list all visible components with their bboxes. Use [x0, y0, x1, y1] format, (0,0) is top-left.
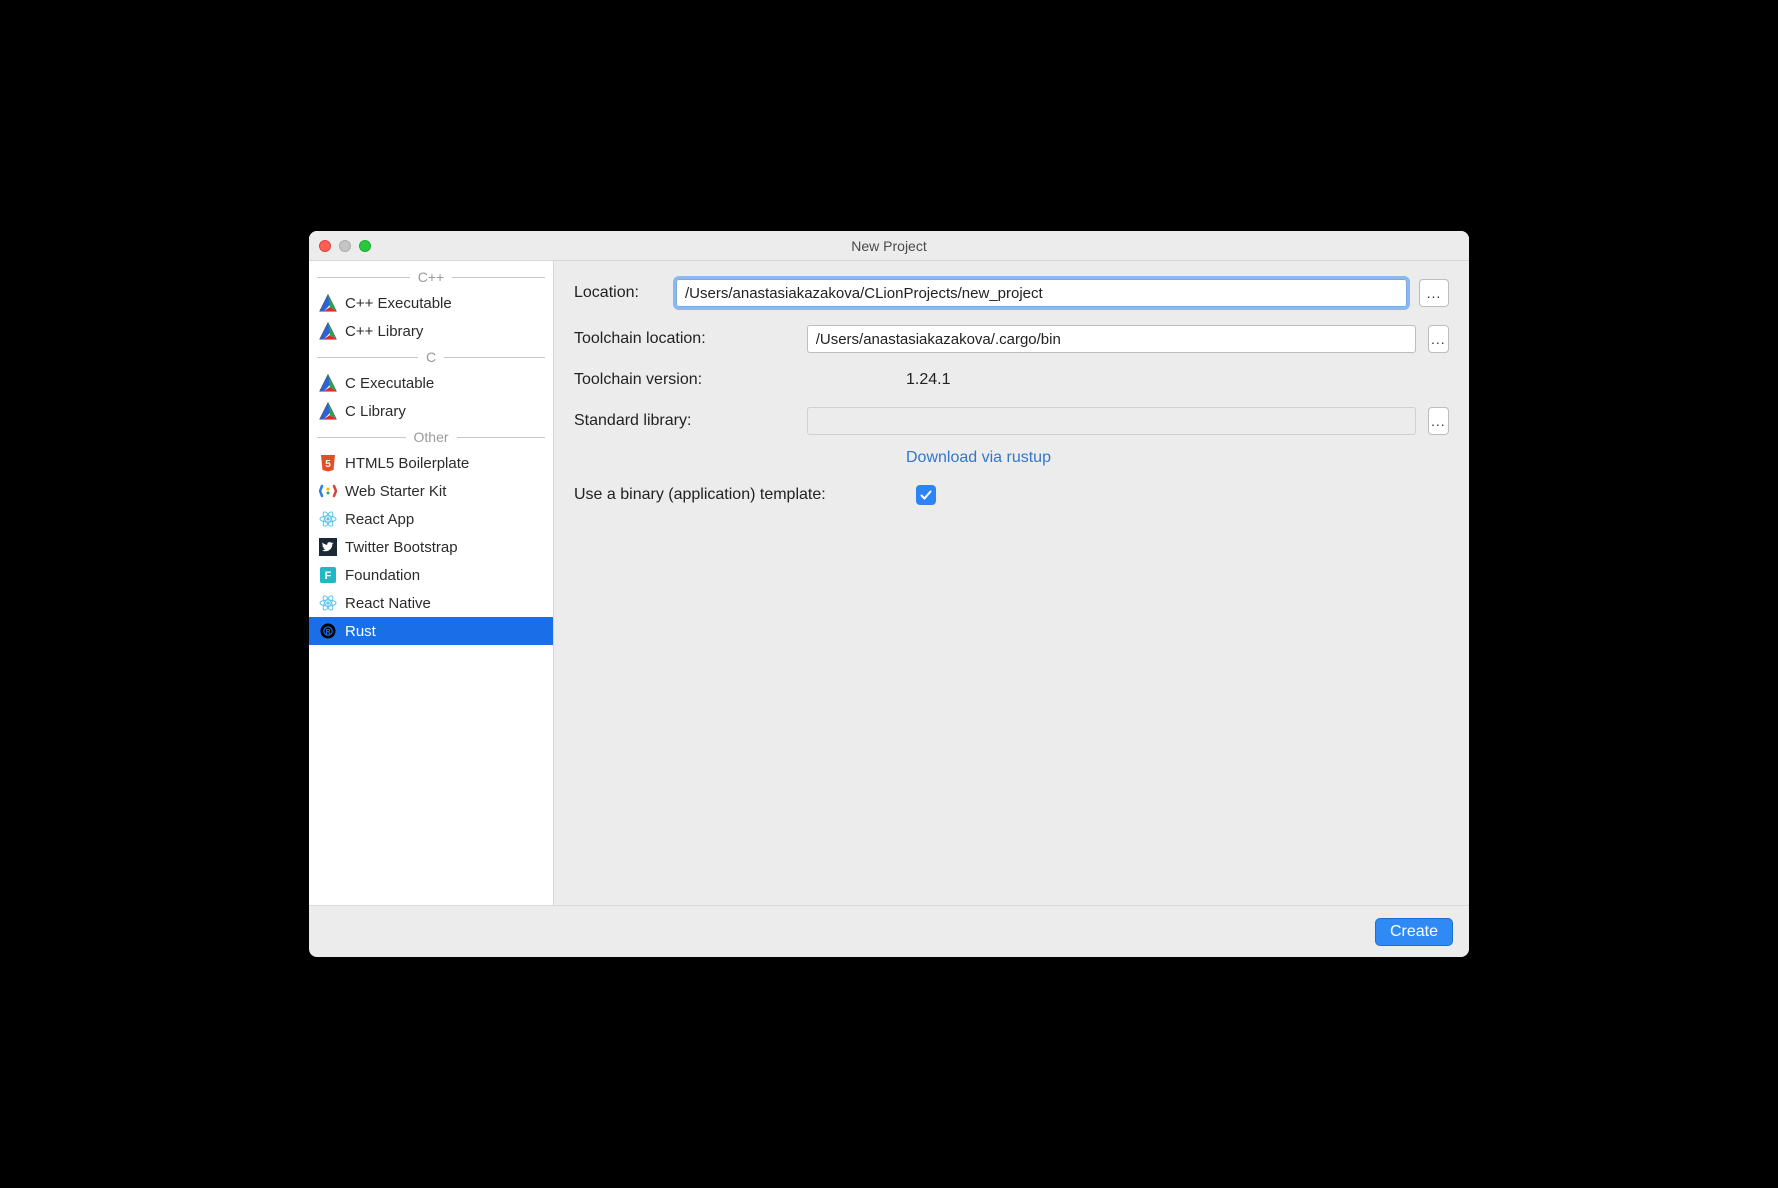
sidebar-item-react-native[interactable]: React Native [309, 589, 553, 617]
sidebar-item-rust[interactable]: R Rust [309, 617, 553, 645]
sidebar-item-c-executable[interactable]: C Executable [309, 369, 553, 397]
cmake-icon [319, 322, 337, 340]
download-rustup-link[interactable]: Download via rustup [906, 449, 1051, 466]
react-icon [319, 594, 337, 612]
browse-toolchain-button[interactable]: ... [1428, 325, 1449, 353]
toolchain-version-value: 1.24.1 [906, 371, 1449, 389]
cmake-icon [319, 294, 337, 312]
sidebar-group-other: Other [309, 425, 553, 449]
sidebar-item-label: C Library [345, 403, 406, 420]
location-label: Location: [574, 284, 664, 302]
svg-text:5: 5 [325, 459, 331, 470]
browse-location-button[interactable]: ... [1419, 279, 1449, 307]
window-title: New Project [309, 238, 1469, 254]
sidebar-group-cpp: C++ [309, 265, 553, 289]
svg-text:R: R [325, 629, 330, 636]
sidebar-item-label: Foundation [345, 567, 420, 584]
binary-template-label: Use a binary (application) template: [574, 486, 904, 504]
titlebar: New Project [309, 231, 1469, 261]
sidebar-item-label: React Native [345, 595, 431, 612]
foundation-icon: F [319, 566, 337, 584]
sidebar-item-label: C++ Executable [345, 295, 452, 312]
stdlib-input [807, 407, 1416, 435]
new-project-window: New Project C++ C++ Executable C++ Libra… [309, 231, 1469, 957]
project-type-sidebar: C++ C++ Executable C++ Library C [309, 261, 554, 905]
sidebar-group-label: C++ [418, 269, 444, 285]
web-starter-kit-icon [319, 482, 337, 500]
sidebar-group-label: Other [414, 429, 449, 445]
sidebar-item-web-starter-kit[interactable]: Web Starter Kit [309, 477, 553, 505]
sidebar-item-cpp-executable[interactable]: C++ Executable [309, 289, 553, 317]
sidebar-item-c-library[interactable]: C Library [309, 397, 553, 425]
sidebar-item-label: C Executable [345, 375, 434, 392]
location-input[interactable] [676, 279, 1407, 307]
sidebar-item-foundation[interactable]: F Foundation [309, 561, 553, 589]
sidebar-item-label: Web Starter Kit [345, 483, 446, 500]
browse-stdlib-button[interactable]: ... [1428, 407, 1449, 435]
sidebar-item-label: C++ Library [345, 323, 423, 340]
stdlib-label: Standard library: [574, 412, 795, 430]
footer: Create [309, 905, 1469, 957]
twitter-icon [319, 538, 337, 556]
cmake-icon [319, 402, 337, 420]
sidebar-item-label: Rust [345, 623, 376, 640]
cmake-icon [319, 374, 337, 392]
sidebar-item-cpp-library[interactable]: C++ Library [309, 317, 553, 345]
sidebar-item-label: HTML5 Boilerplate [345, 455, 469, 472]
sidebar-item-html5-boilerplate[interactable]: 5 HTML5 Boilerplate [309, 449, 553, 477]
sidebar-group-label: C [426, 349, 436, 365]
html5-icon: 5 [319, 454, 337, 472]
svg-text:F: F [325, 570, 332, 582]
toolchain-location-input[interactable] [807, 325, 1416, 353]
form-panel: Location: ... Toolchain location: ... To… [554, 261, 1469, 905]
sidebar-item-label: React App [345, 511, 414, 528]
sidebar-group-c: C [309, 345, 553, 369]
create-button[interactable]: Create [1375, 918, 1453, 946]
sidebar-item-react-app[interactable]: React App [309, 505, 553, 533]
react-icon [319, 510, 337, 528]
rust-icon: R [319, 622, 337, 640]
binary-template-checkbox[interactable] [916, 485, 936, 505]
sidebar-item-twitter-bootstrap[interactable]: Twitter Bootstrap [309, 533, 553, 561]
toolchain-location-label: Toolchain location: [574, 330, 795, 348]
toolchain-version-label: Toolchain version: [574, 371, 894, 389]
sidebar-item-label: Twitter Bootstrap [345, 539, 458, 556]
